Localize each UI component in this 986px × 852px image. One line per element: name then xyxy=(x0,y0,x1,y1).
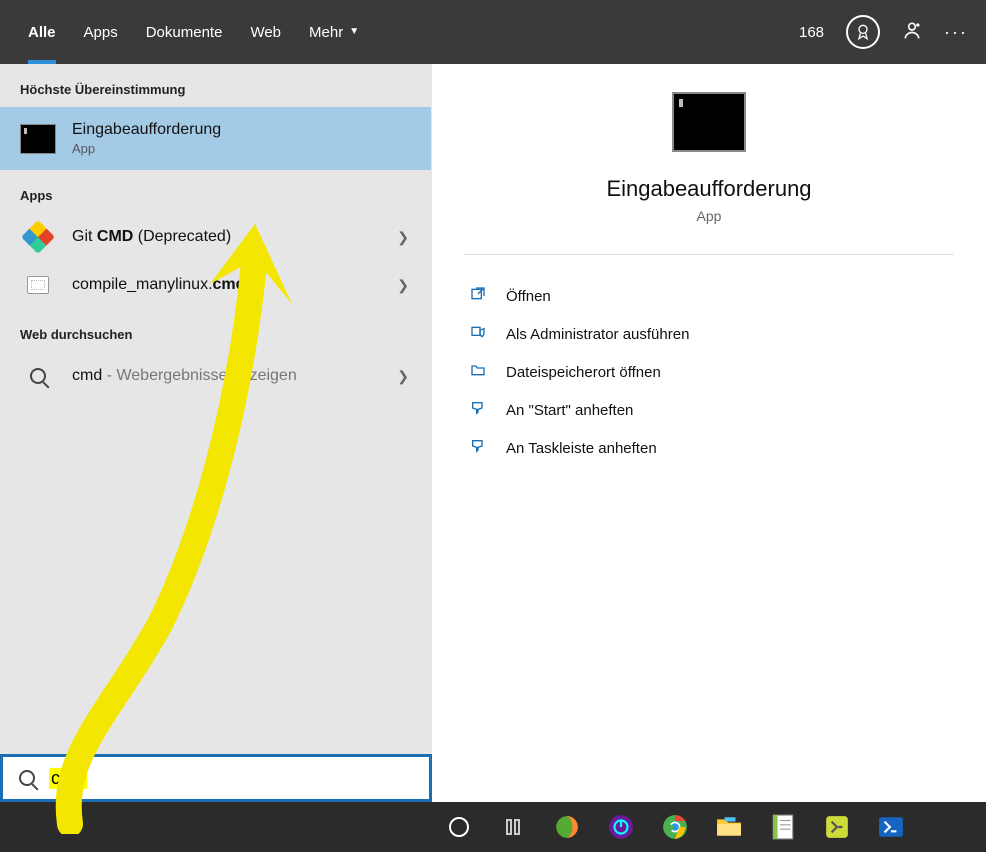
taskbar-app-purple[interactable] xyxy=(594,802,648,852)
result-title: Git CMD (Deprecated) xyxy=(72,228,231,246)
tab-documents[interactable]: Dokumente xyxy=(146,0,223,64)
action-label: Öffnen xyxy=(506,288,551,305)
action-pin-taskbar[interactable]: An Taskleiste anheften xyxy=(464,429,954,467)
section-apps: Apps xyxy=(0,170,431,213)
results-list: Höchste Übereinstimmung Eingabeaufforder… xyxy=(0,64,432,802)
rewards-points[interactable]: 168 xyxy=(799,24,824,41)
search-text: cmd xyxy=(49,768,87,789)
chevron-down-icon: ▼ xyxy=(349,26,359,37)
taskbar-firefox[interactable] xyxy=(540,802,594,852)
chevron-right-icon: ❯ xyxy=(397,229,409,246)
firefox-icon xyxy=(554,814,580,840)
section-web: Web durchsuchen xyxy=(0,309,431,352)
action-label: An Taskleiste anheften xyxy=(506,440,657,457)
section-best-match: Höchste Übereinstimmung xyxy=(0,64,431,107)
admin-shield-icon xyxy=(468,324,488,344)
action-label: Als Administrator ausführen xyxy=(506,326,689,343)
result-best-match[interactable]: Eingabeaufforderung App xyxy=(0,107,431,170)
cmd-app-icon xyxy=(20,124,56,154)
taskbar-explorer[interactable] xyxy=(702,802,756,852)
search-results-panel: Höchste Übereinstimmung Eingabeaufforder… xyxy=(0,64,986,802)
chevron-right-icon: ❯ xyxy=(397,277,409,294)
rewards-badge-icon[interactable] xyxy=(846,15,880,49)
app-icon xyxy=(824,814,850,840)
result-title: Eingabeaufforderung xyxy=(72,121,221,139)
cmd-file-icon xyxy=(27,276,49,294)
taskbar-app-green[interactable] xyxy=(810,802,864,852)
pin-icon xyxy=(468,400,488,420)
action-open-location[interactable]: Dateispeicherort öffnen xyxy=(464,353,954,391)
open-icon xyxy=(468,286,488,306)
tab-apps[interactable]: Apps xyxy=(84,0,118,64)
tab-more-label: Mehr xyxy=(309,24,343,41)
result-app-git-cmd[interactable]: Git CMD (Deprecated) ❯ xyxy=(0,213,431,261)
taskbar xyxy=(0,802,986,852)
action-pin-start[interactable]: An "Start" anheften xyxy=(464,391,954,429)
action-label: An "Start" anheften xyxy=(506,402,633,419)
details-subtitle: App xyxy=(697,208,722,224)
chevron-right-icon: ❯ xyxy=(397,368,409,385)
notepad-icon xyxy=(771,814,795,840)
search-tabs: Alle Apps Dokumente Web Mehr ▼ 168 ··· xyxy=(0,0,986,64)
tab-web[interactable]: Web xyxy=(250,0,281,64)
cmd-app-icon-large xyxy=(672,92,746,152)
taskbar-notepad[interactable] xyxy=(756,802,810,852)
chrome-icon xyxy=(662,814,688,840)
pin-icon xyxy=(468,438,488,458)
taskview-icon xyxy=(506,819,520,835)
search-icon xyxy=(19,770,35,786)
details-pane: Eingabeaufforderung App Öffnen Als Admin… xyxy=(432,64,986,802)
result-title: compile_manylinux.cmd xyxy=(72,276,245,294)
taskbar-powershell[interactable] xyxy=(864,802,918,852)
search-input[interactable]: cmd xyxy=(0,754,432,802)
cortana-icon xyxy=(449,817,469,837)
powershell-icon xyxy=(878,814,904,840)
search-icon xyxy=(30,368,46,384)
folder-icon xyxy=(716,816,742,838)
action-label: Dateispeicherort öffnen xyxy=(506,364,661,381)
tab-more[interactable]: Mehr ▼ xyxy=(309,0,359,64)
taskbar-cortana[interactable] xyxy=(432,802,486,852)
action-run-admin[interactable]: Als Administrator ausführen xyxy=(464,315,954,353)
git-icon xyxy=(21,220,55,254)
taskbar-taskview[interactable] xyxy=(486,802,540,852)
folder-icon xyxy=(468,362,488,382)
account-icon[interactable] xyxy=(902,20,922,45)
result-web-search[interactable]: cmd - Webergebnisse anzeigen ❯ xyxy=(0,352,431,400)
result-app-compile-cmd[interactable]: compile_manylinux.cmd ❯ xyxy=(0,261,431,309)
taskbar-chrome[interactable] xyxy=(648,802,702,852)
result-subtitle: App xyxy=(72,141,221,156)
result-title: cmd - Webergebnisse anzeigen xyxy=(72,367,297,385)
details-title: Eingabeaufforderung xyxy=(606,176,811,202)
tab-all[interactable]: Alle xyxy=(28,0,56,64)
power-icon xyxy=(608,814,634,840)
action-open[interactable]: Öffnen xyxy=(464,277,954,315)
more-options-icon[interactable]: ··· xyxy=(944,22,968,43)
